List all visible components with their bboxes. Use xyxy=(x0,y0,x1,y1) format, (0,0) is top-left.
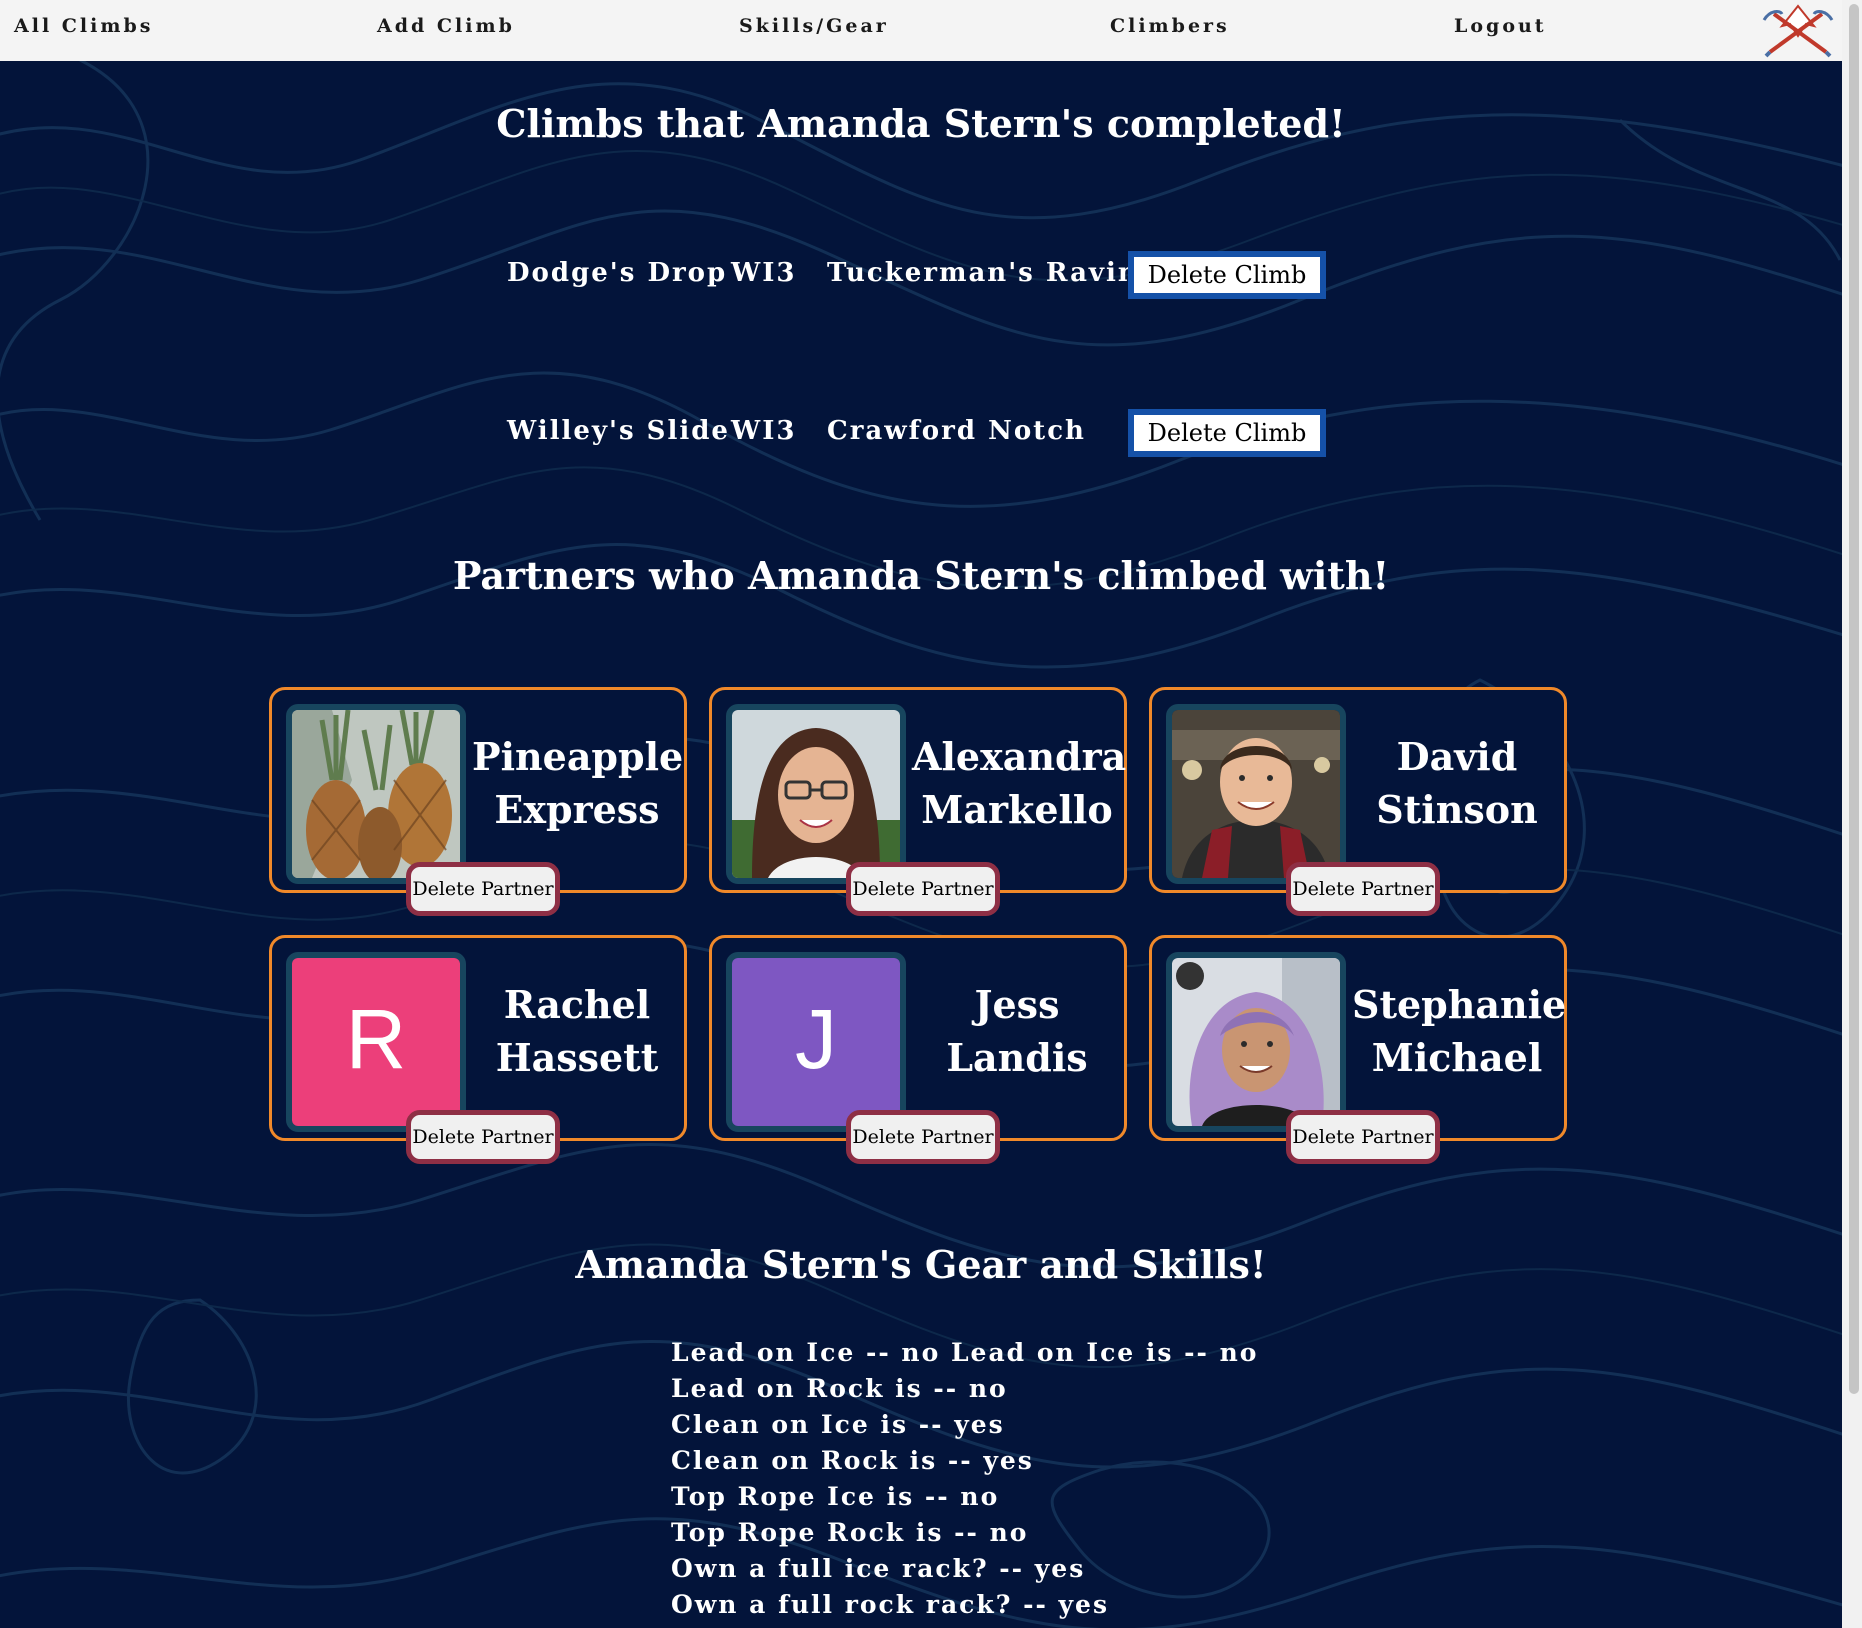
skills-heading: Amanda Stern's Gear and Skills! xyxy=(575,1242,1267,1287)
partner-card: Alexandra Markello Delete Partner xyxy=(709,687,1127,916)
delete-partner-button[interactable]: Delete Partner xyxy=(406,1110,560,1164)
partner-card: David Stinson Delete Partner xyxy=(1149,687,1567,916)
skill-line: Top Rope Ice is -- no xyxy=(671,1482,1000,1511)
partner-card: Stephanie Michael Delete Partner xyxy=(1149,935,1567,1164)
partner-name: Pineapple Express xyxy=(472,730,684,836)
skill-line: Clean on Ice is -- yes xyxy=(671,1410,1005,1439)
partner-first-name: Rachel xyxy=(503,982,651,1027)
partner-first-name: Pineapple xyxy=(472,734,684,779)
delete-partner-button[interactable]: Delete Partner xyxy=(1286,1110,1440,1164)
partner-avatar-photo xyxy=(286,704,466,884)
skills-list: Lead on Ice -- no Lead on Ice is -- no L… xyxy=(671,1335,1259,1623)
avatar-initial: J xyxy=(795,992,837,1086)
climb-grade: WI3 xyxy=(731,416,797,446)
climbs-heading: Climbs that Amanda Stern's completed! xyxy=(496,101,1346,146)
partner-card: R Rachel Hassett Delete Partner xyxy=(269,935,687,1164)
climb-area: Tuckerman's Ravine xyxy=(827,258,1158,288)
scrollbar-thumb[interactable] xyxy=(1849,4,1859,1394)
skill-line: Own a full ice rack? -- yes xyxy=(671,1554,1086,1583)
delete-partner-button[interactable]: Delete Partner xyxy=(406,862,560,916)
partner-name: Stephanie Michael xyxy=(1352,978,1567,1084)
partner-first-name: Jess xyxy=(974,982,1060,1027)
nav-climbers[interactable]: Climbers xyxy=(1110,15,1230,37)
partner-first-name: David xyxy=(1396,734,1518,779)
partner-name: David Stinson xyxy=(1352,730,1562,836)
partner-first-name: Alexandra xyxy=(912,734,1127,779)
avatar-initial: R xyxy=(346,992,407,1086)
skill-line: Lead on Rock is -- no xyxy=(671,1374,1008,1403)
partner-last-name: Markello xyxy=(921,787,1113,832)
skill-line: Clean on Rock is -- yes xyxy=(671,1446,1034,1475)
partner-avatar-photo xyxy=(1166,704,1346,884)
partner-last-name: Landis xyxy=(946,1035,1088,1080)
climb-name: Dodge's Drop xyxy=(507,258,728,288)
crossed-ice-axes-icon[interactable] xyxy=(1758,2,1838,58)
partner-last-name: Michael xyxy=(1371,1035,1543,1080)
delete-partner-button[interactable]: Delete Partner xyxy=(846,1110,1000,1164)
nav-skills-gear[interactable]: Skills/Gear xyxy=(739,15,889,37)
partner-last-name: Express xyxy=(494,787,660,832)
delete-climb-button[interactable]: Delete Climb xyxy=(1128,409,1326,457)
skill-line: Own a full rock rack? -- yes xyxy=(671,1590,1110,1619)
partner-name: Rachel Hassett xyxy=(472,978,682,1084)
top-navbar: All Climbs Add Climb Skills/Gear Climber… xyxy=(0,0,1842,61)
partner-card: Pineapple Express Delete Partner xyxy=(269,687,687,916)
delete-partner-button[interactable]: Delete Partner xyxy=(846,862,1000,916)
delete-climb-button[interactable]: Delete Climb xyxy=(1128,251,1326,299)
climb-name: Willey's Slide xyxy=(507,416,730,446)
partner-first-name: Stephanie xyxy=(1352,982,1567,1027)
partner-name: Jess Landis xyxy=(912,978,1122,1084)
climb-area: Crawford Notch xyxy=(827,416,1086,446)
partner-card: J Jess Landis Delete Partner xyxy=(709,935,1127,1164)
partner-avatar-letter: R xyxy=(286,952,466,1132)
nav-add-climb[interactable]: Add Climb xyxy=(377,15,515,37)
partner-name: Alexandra Markello xyxy=(912,730,1127,836)
partner-last-name: Stinson xyxy=(1376,787,1538,832)
partner-avatar-photo xyxy=(1166,952,1346,1132)
delete-partner-button[interactable]: Delete Partner xyxy=(1286,862,1440,916)
partners-heading: Partners who Amanda Stern's climbed with… xyxy=(452,553,1390,598)
partner-avatar-letter: J xyxy=(726,952,906,1132)
partner-last-name: Hassett xyxy=(495,1035,659,1080)
partner-avatar-photo xyxy=(726,704,906,884)
skill-line: Lead on Ice -- no Lead on Ice is -- no xyxy=(671,1338,1259,1367)
nav-logout[interactable]: Logout xyxy=(1454,15,1547,37)
skill-line: Top Rope Rock is -- no xyxy=(671,1518,1029,1547)
nav-all-climbs[interactable]: All Climbs xyxy=(14,15,153,37)
climb-grade: WI3 xyxy=(731,258,797,288)
main-content: Climbs that Amanda Stern's completed! Do… xyxy=(0,0,1842,1628)
